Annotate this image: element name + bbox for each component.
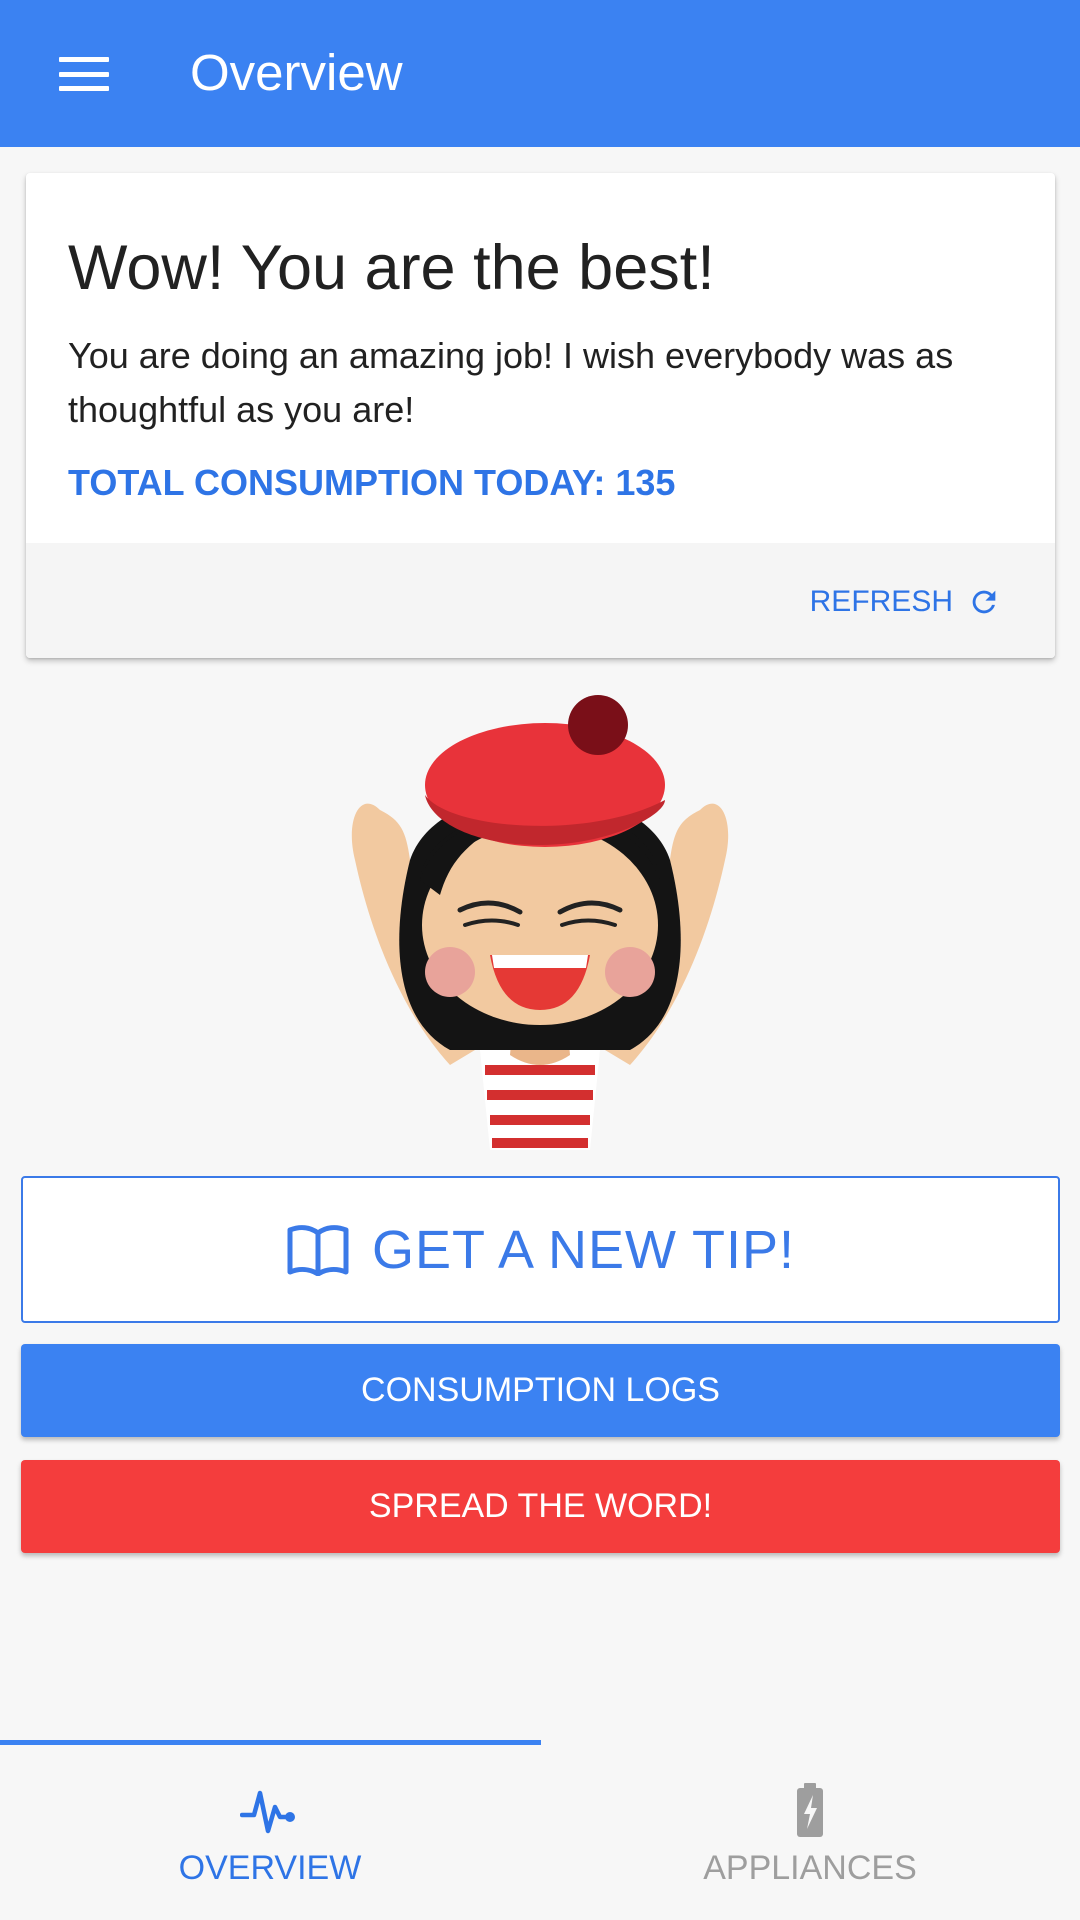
tab-overview-label: OVERVIEW <box>178 1849 362 1887</box>
consumption-logs-button[interactable]: CONSUMPTION LOGS <box>21 1344 1060 1437</box>
pulse-icon <box>240 1790 295 1834</box>
refresh-icon <box>972 590 996 614</box>
refresh-label: REFRESH <box>809 585 953 618</box>
bottom-navigation: OVERVIEW APPLIANCES <box>0 1740 1080 1920</box>
status-card: Wow! You are the best! You are doing an … <box>26 173 1055 658</box>
book-icon <box>287 1224 349 1276</box>
spread-the-word-button[interactable]: SPREAD THE WORD! <box>21 1460 1060 1553</box>
card-actions: REFRESH <box>26 543 1055 658</box>
tab-overview[interactable]: OVERVIEW <box>0 1745 540 1920</box>
get-new-tip-button[interactable]: GET A NEW TIP! <box>21 1176 1060 1323</box>
app-root: Overview Wow! You are the best! You are … <box>0 0 1080 1920</box>
tab-appliances-label: APPLIANCES <box>703 1849 917 1887</box>
battery-charging-icon <box>797 1783 823 1837</box>
card-title: Wow! You are the best! <box>68 233 715 303</box>
card-content: Wow! You are the best! You are doing an … <box>26 173 1055 543</box>
tab-appliances[interactable]: APPLIANCES <box>540 1745 1080 1920</box>
total-consumption: TOTAL CONSUMPTION TODAY: 135 <box>68 462 676 503</box>
app-bar: Overview <box>0 0 1080 147</box>
hamburger-menu-icon[interactable] <box>49 50 119 98</box>
page-title: Overview <box>190 44 403 101</box>
cheering-girl-mascot <box>351 695 729 1150</box>
card-message: You are doing an amazing job! I wish eve… <box>68 335 954 430</box>
refresh-button[interactable]: REFRESH <box>810 577 1001 627</box>
tip-button-label: GET A NEW TIP! <box>371 1219 796 1280</box>
